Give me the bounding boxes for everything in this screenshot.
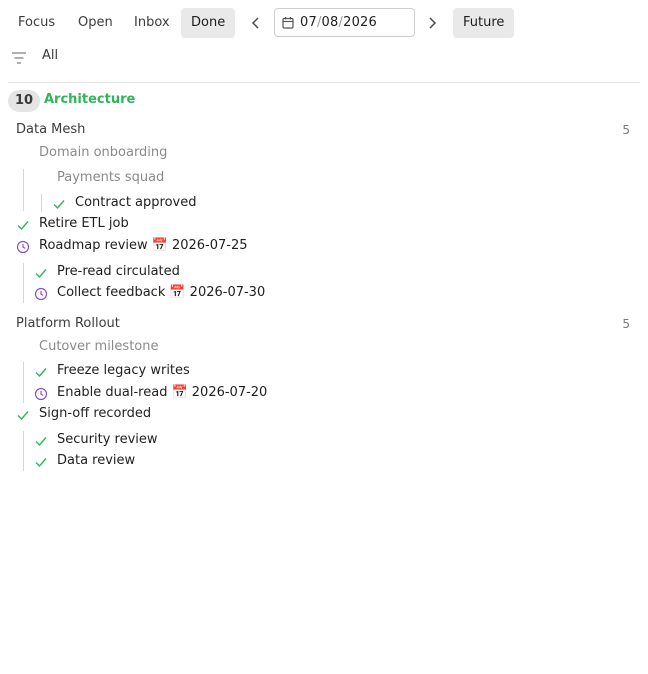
heading-payments-squad: Payments squad bbox=[57, 170, 165, 185]
due-date: 📅 2026-07-20 bbox=[171, 385, 268, 400]
indent-guide bbox=[23, 169, 24, 211]
task-text: Freeze legacy writes bbox=[57, 363, 190, 378]
previous-date-button[interactable] bbox=[245, 8, 267, 38]
indent-guide bbox=[41, 194, 42, 212]
check-icon[interactable] bbox=[34, 455, 48, 469]
task-text: Roadmap review bbox=[39, 238, 148, 253]
task-text: Sign-off recorded bbox=[39, 406, 152, 421]
section-title[interactable]: Platform Rollout bbox=[16, 316, 120, 331]
check-icon[interactable] bbox=[34, 365, 48, 379]
section-title[interactable]: Data Mesh bbox=[16, 122, 85, 137]
task-text: Collect feedback bbox=[57, 285, 166, 300]
heading-domain-onboarding: Domain onboarding bbox=[39, 145, 168, 160]
tab-inbox[interactable]: Inbox bbox=[124, 8, 180, 38]
date-day: 08 bbox=[321, 15, 339, 30]
check-icon[interactable] bbox=[52, 197, 66, 211]
task-text: Data review bbox=[57, 453, 136, 468]
group-count-badge: 10 bbox=[8, 90, 40, 112]
clock-icon[interactable] bbox=[16, 240, 30, 254]
tab-open[interactable]: Open bbox=[68, 8, 123, 38]
date-month: 07 bbox=[300, 15, 317, 30]
check-icon[interactable] bbox=[34, 434, 48, 448]
task-text: Security review bbox=[57, 432, 158, 447]
check-icon[interactable] bbox=[34, 266, 48, 280]
group-title[interactable]: Architecture bbox=[44, 92, 135, 107]
tab-focus[interactable]: Focus bbox=[8, 8, 65, 38]
section-count: 5 bbox=[622, 123, 630, 137]
due-date: 📅 2026-07-30 bbox=[169, 285, 266, 300]
date-year: 2026 bbox=[343, 15, 377, 30]
filter-icon[interactable] bbox=[11, 51, 27, 65]
chevron-left-icon bbox=[251, 16, 259, 29]
task-text: Enable dual-read bbox=[57, 385, 168, 400]
toolbar: Focus Open Inbox Done 07/08/2026 Future bbox=[8, 6, 628, 38]
divider bbox=[8, 82, 640, 83]
tab-done[interactable]: Done bbox=[181, 8, 236, 38]
indent-guide bbox=[23, 431, 24, 471]
indent-guide bbox=[23, 362, 24, 403]
heading-cutover-milestone: Cutover milestone bbox=[39, 339, 159, 354]
filter-row: All bbox=[8, 46, 628, 70]
future-button[interactable]: Future bbox=[453, 8, 515, 38]
indent-guide bbox=[23, 263, 24, 303]
clock-icon[interactable] bbox=[34, 287, 48, 301]
check-icon[interactable] bbox=[16, 408, 30, 422]
calendar-icon bbox=[282, 17, 294, 29]
date-input[interactable]: 07/08/2026 bbox=[274, 8, 415, 37]
check-icon[interactable] bbox=[16, 218, 30, 232]
next-date-button[interactable] bbox=[421, 8, 443, 38]
clock-icon[interactable] bbox=[34, 387, 48, 401]
task-text: Contract approved bbox=[75, 195, 197, 210]
task-text: Pre-read circulated bbox=[57, 264, 180, 279]
section-count: 5 bbox=[622, 317, 630, 331]
filter-label[interactable]: All bbox=[42, 48, 58, 63]
due-date: 📅 2026-07-25 bbox=[151, 238, 248, 253]
chevron-right-icon bbox=[429, 16, 437, 29]
task-text: Retire ETL job bbox=[39, 216, 129, 231]
